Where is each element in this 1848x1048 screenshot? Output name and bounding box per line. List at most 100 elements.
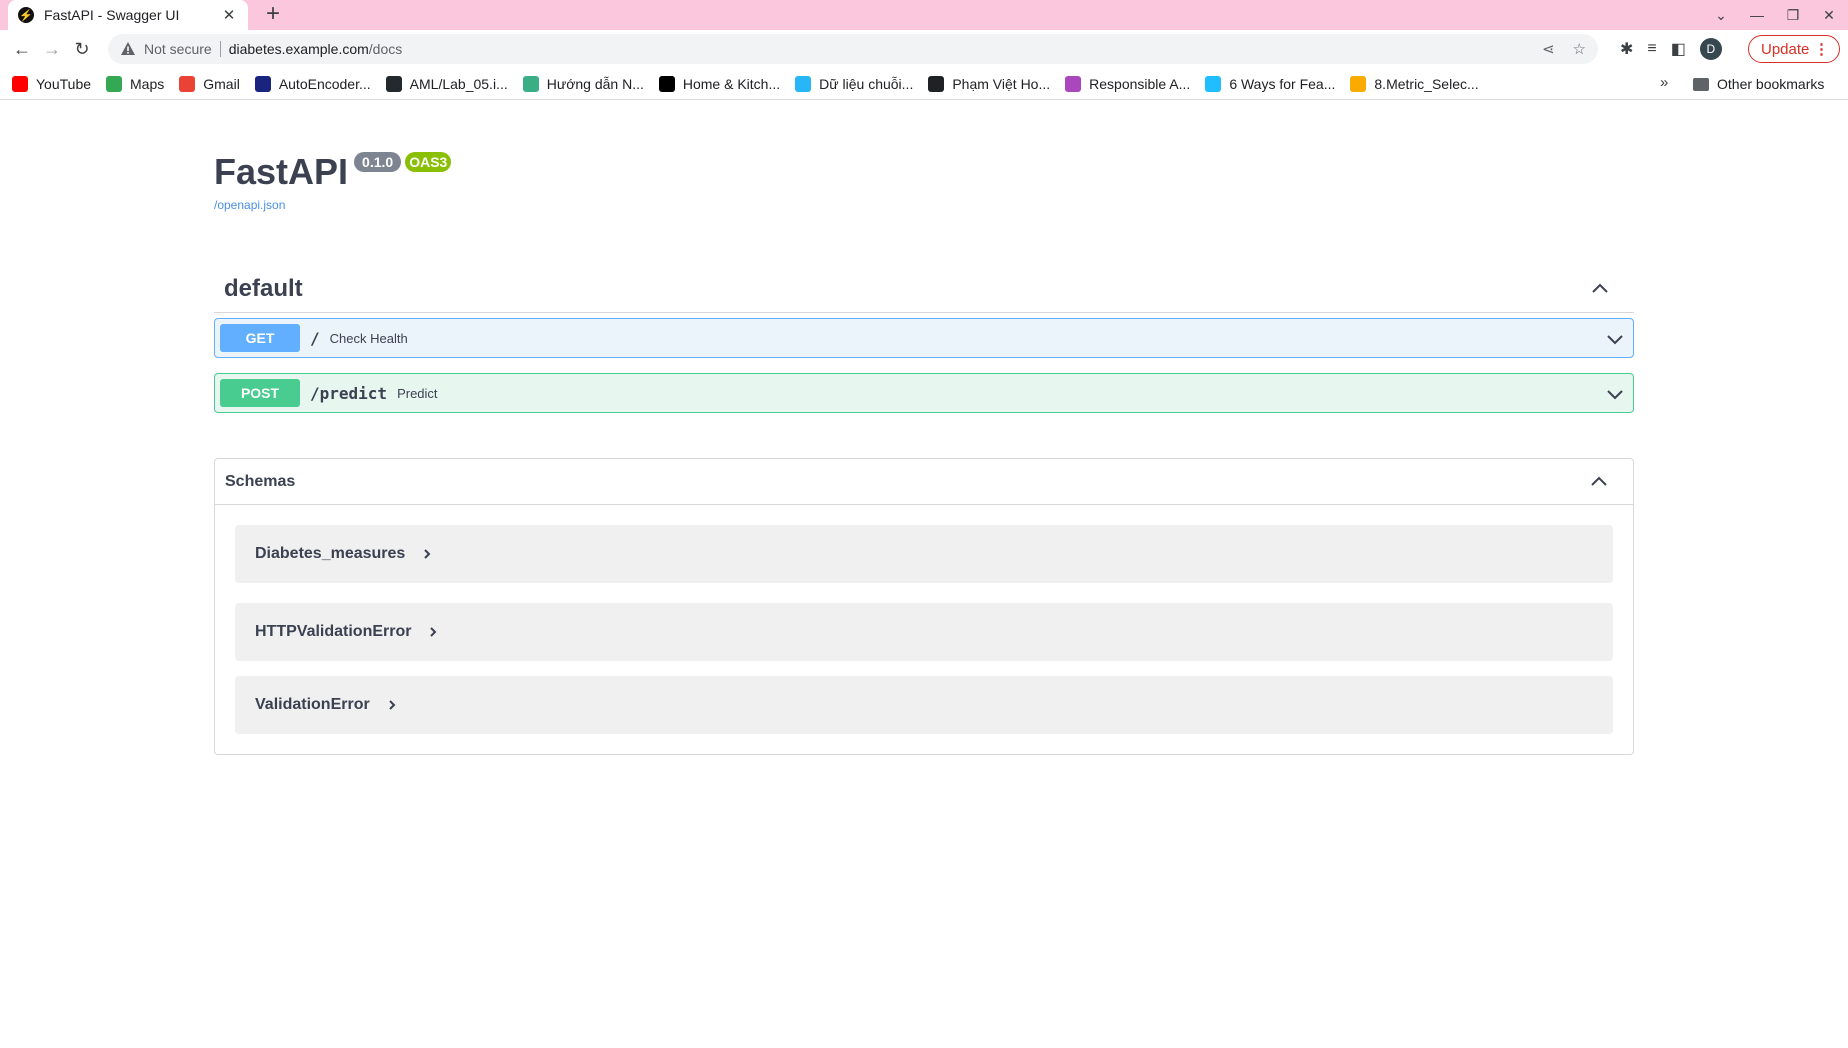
back-icon[interactable]: ← xyxy=(8,35,36,63)
schemas-title: Schemas xyxy=(225,472,296,490)
bookmark-label: 8.Metric_Selec... xyxy=(1374,75,1479,92)
tab-strip: ⚡ FastAPI - Swagger UI ✕ + ⌄ — ❐ ✕ xyxy=(0,0,1848,30)
bookmark-item[interactable]: Phạm Việt Ho... xyxy=(928,75,1051,92)
colab-icon xyxy=(1350,75,1367,92)
gmail-icon xyxy=(179,75,196,92)
profile-avatar[interactable]: D xyxy=(1699,38,1722,60)
bookmark-label: AutoEncoder... xyxy=(278,75,371,92)
share-icon[interactable]: ⋖ xyxy=(1542,40,1555,58)
fastapi-favicon-icon: ⚡ xyxy=(18,7,34,23)
site-icon xyxy=(1065,75,1082,92)
forward-icon[interactable]: → xyxy=(38,35,66,63)
extension-toolbar: ✱ ≡ ◧ D xyxy=(1620,34,1722,64)
schema-item[interactable]: ValidationError xyxy=(235,676,1613,734)
maps-icon xyxy=(106,75,123,92)
schema-name: Diabetes_measures xyxy=(255,545,406,562)
other-bookmarks-label: Other bookmarks xyxy=(1717,76,1825,92)
url-host: diabetes.example.com xyxy=(228,41,369,57)
operation-summary: Predict xyxy=(397,385,438,401)
tab-search-icon[interactable]: ⌄ xyxy=(1710,7,1732,24)
other-bookmarks-folder[interactable]: Other bookmarks xyxy=(1693,68,1824,100)
api-info: FastAPI 0.1.0 OAS3 /openapi.json xyxy=(214,150,452,212)
warning-icon xyxy=(121,42,135,55)
schema-name: ValidationError xyxy=(255,696,370,713)
bookmark-item[interactable]: AutoEncoder... xyxy=(254,75,371,92)
bookmark-label: Maps xyxy=(130,75,165,92)
site-icon xyxy=(795,75,812,92)
method-badge: GET xyxy=(220,324,300,352)
url-path: /docs xyxy=(368,41,403,57)
oas-badge: OAS3 xyxy=(405,152,452,172)
bookmark-item[interactable]: YouTube xyxy=(12,75,92,92)
bookmark-item[interactable]: Hướng dẫn N... xyxy=(522,75,644,92)
operation-post-predict[interactable]: POST /predict Predict xyxy=(214,373,1634,413)
site-icon xyxy=(522,75,539,92)
bookmark-label: Gmail xyxy=(203,75,240,92)
operation-get-root[interactable]: GET / Check Health xyxy=(214,318,1634,358)
bookmark-label: YouTube xyxy=(36,75,92,92)
minimize-icon[interactable]: — xyxy=(1746,7,1768,23)
bookmark-label: Dữ liệu chuỗi... xyxy=(819,75,914,92)
bookmark-item[interactable]: 8.Metric_Selec... xyxy=(1350,75,1479,92)
schema-name: HTTPValidationError xyxy=(255,623,412,640)
schemas-header[interactable]: Schemas xyxy=(215,459,1633,505)
new-tab-button[interactable]: + xyxy=(260,2,286,28)
kaggle-icon xyxy=(1205,75,1222,92)
bookmark-label: Hướng dẫn N... xyxy=(546,75,644,92)
more-bookmarks-chevron-icon[interactable]: » xyxy=(1660,74,1668,91)
page-title: FastAPI xyxy=(214,151,349,192)
operation-path: / xyxy=(310,328,320,348)
bookmark-label: Home & Kitch... xyxy=(682,75,781,92)
bookmark-item[interactable]: 6 Ways for Fea... xyxy=(1205,75,1336,92)
menu-dots-icon: ⋮ xyxy=(1814,41,1829,58)
schema-item[interactable]: Diabetes_measures xyxy=(235,525,1613,583)
expand-arrow-icon xyxy=(1607,390,1623,400)
globe-icon xyxy=(928,75,945,92)
amazon-icon xyxy=(658,75,675,92)
omnibox-actions: ⋖ ☆ xyxy=(1542,34,1586,64)
schemas-section: Schemas Diabetes_measures HTTPValidation… xyxy=(214,458,1634,755)
chevron-right-icon xyxy=(388,700,396,710)
schema-item[interactable]: HTTPValidationError xyxy=(235,603,1613,661)
tag-section-default[interactable]: default xyxy=(214,265,1634,313)
bookmarks-bar: YouTube Maps Gmail AutoEncoder... AML/Lab_05… xyxy=(0,68,1848,100)
reading-list-icon[interactable]: ≡ xyxy=(1647,40,1656,58)
expand-arrow-icon xyxy=(1607,335,1623,345)
bookmark-item[interactable]: Home & Kitch... xyxy=(658,75,781,92)
operation-summary: Check Health xyxy=(329,330,408,346)
restore-icon[interactable]: ❐ xyxy=(1782,7,1804,24)
bookmark-label: AML/Lab_05.i... xyxy=(409,75,508,92)
browser-tab[interactable]: ⚡ FastAPI - Swagger UI ✕ xyxy=(8,0,248,30)
folder-icon xyxy=(1693,77,1709,91)
side-panel-icon[interactable]: ◧ xyxy=(1671,39,1686,59)
update-label: Update xyxy=(1761,40,1810,58)
extensions-puzzle-icon[interactable]: ✱ xyxy=(1620,39,1633,59)
youtube-icon xyxy=(12,75,28,92)
bookmark-item[interactable]: Dữ liệu chuỗi... xyxy=(795,75,914,92)
collapse-arrow-icon xyxy=(1592,283,1608,293)
reload-icon[interactable]: ↻ xyxy=(68,35,96,63)
window-controls: ⌄ — ❐ ✕ xyxy=(1710,0,1840,30)
bookmark-item[interactable]: AML/Lab_05.i... xyxy=(385,75,508,92)
tag-name: default xyxy=(224,274,303,302)
bookmark-label: Phạm Việt Ho... xyxy=(952,75,1051,92)
operation-path: /predict xyxy=(310,383,388,403)
not-secure-label: Not secure xyxy=(144,41,212,57)
bookmark-item[interactable]: Gmail xyxy=(179,75,240,92)
openapi-json-link[interactable]: /openapi.json xyxy=(214,198,451,212)
bookmark-label: 6 Ways for Fea... xyxy=(1229,75,1336,92)
update-button[interactable]: Update ⋮ xyxy=(1748,35,1840,63)
bookmark-item[interactable]: Maps xyxy=(106,75,165,92)
site-icon xyxy=(254,75,271,92)
bookmark-item[interactable]: Responsible A... xyxy=(1065,75,1191,92)
close-window-icon[interactable]: ✕ xyxy=(1818,7,1840,24)
address-bar[interactable]: Not secure diabetes.example.com/docs ⋖ ☆ xyxy=(108,34,1598,64)
close-tab-icon[interactable]: ✕ xyxy=(220,6,238,24)
github-icon xyxy=(385,75,402,92)
collapse-arrow-icon xyxy=(1591,476,1607,486)
tab-title: FastAPI - Swagger UI xyxy=(44,7,180,23)
omnibox-divider xyxy=(219,41,221,57)
bookmark-label: Responsible A... xyxy=(1089,75,1191,92)
chevron-right-icon xyxy=(430,627,437,637)
bookmark-star-icon[interactable]: ☆ xyxy=(1573,40,1586,58)
